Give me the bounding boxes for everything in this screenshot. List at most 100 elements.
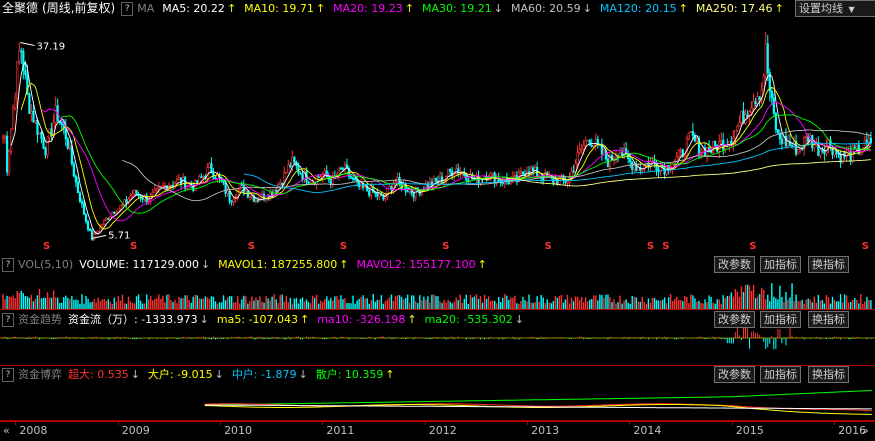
dividend-marker[interactable]: S (130, 241, 137, 252)
candle-body (465, 175, 468, 181)
candle-body (606, 158, 610, 167)
arrow-up-icon: ↑ (385, 368, 395, 381)
candle-body (756, 96, 759, 105)
game-header: ? 资金博弈 超大: 0.535 ↓ 大户: -9.015 ↓ 中户: -1.879 ↓ 散… (0, 366, 407, 383)
candle-body (586, 139, 589, 142)
dividend-marker[interactable]: S (862, 241, 869, 252)
arrow-up-icon: ↑ (339, 258, 349, 271)
arrow-down-icon: ↓ (582, 2, 592, 15)
candle-body (449, 168, 452, 172)
candle-body (797, 149, 800, 155)
candle-body (293, 156, 296, 163)
change-params-button[interactable]: 改参数 (714, 366, 755, 383)
ma60-line (122, 129, 872, 202)
candle-body (224, 182, 227, 194)
dividend-marker[interactable]: S (340, 241, 347, 252)
price-chart[interactable]: 37.195.71S S S S S S S S S S (0, 17, 875, 255)
x-tick-label: 2014 (633, 424, 662, 437)
candle-body (177, 177, 181, 180)
x-tick-label: 2012 (428, 424, 457, 437)
add-indicator-button[interactable]: 加指标 (760, 256, 801, 273)
dividend-marker[interactable]: S (647, 241, 654, 252)
candle-body (301, 173, 304, 181)
candle-body (18, 50, 21, 62)
change-params-button[interactable]: 改参数 (714, 256, 755, 273)
candle-body (582, 145, 585, 150)
candle-body (602, 150, 605, 155)
candle-body (129, 195, 132, 200)
candle-body (572, 170, 575, 173)
candle-body (691, 131, 695, 136)
candle-body (36, 119, 39, 135)
volume-chart[interactable] (0, 273, 875, 310)
set-ma-button[interactable]: 设置均线 ▼ (795, 0, 875, 17)
candle-body (440, 176, 444, 183)
candle-body (1, 136, 5, 139)
candle-body (244, 190, 247, 194)
candle-body (141, 197, 144, 200)
help-icon[interactable]: ? (2, 312, 14, 327)
candle-body (202, 176, 205, 178)
add-indicator-button[interactable]: 加指标 (760, 311, 801, 328)
switch-indicator-button[interactable]: 换指标 (808, 366, 849, 383)
switch-indicator-button[interactable]: 换指标 (808, 311, 849, 328)
arrow-down-icon: ↓ (214, 368, 224, 381)
candle-body (378, 193, 381, 197)
candle-body (663, 167, 666, 175)
candle-body (28, 93, 31, 114)
indicator-value: MA120: 20.15 (599, 2, 677, 15)
candle-body (821, 149, 824, 152)
dividend-marker[interactable]: S (662, 241, 669, 252)
candle-body (299, 172, 302, 175)
candle-body (3, 135, 7, 138)
candle-body (72, 163, 75, 177)
candle-body (88, 229, 92, 231)
indicator-value: 超大: 0.535 (68, 368, 129, 381)
flow-items: 资金流（万）: -1333.973 ↓ ma5: -107.043 ↑ ma10: -3… (68, 311, 532, 328)
x-tick-mark (731, 421, 733, 425)
dividend-marker[interactable]: S (545, 241, 552, 252)
dividend-marker[interactable]: S (442, 241, 449, 252)
indicator-value: ma5: -107.043 (216, 313, 299, 326)
help-icon[interactable]: ? (121, 1, 134, 16)
flow-chart[interactable] (0, 328, 875, 366)
candle-body (394, 181, 397, 184)
candle-body (412, 192, 415, 198)
candle-body (137, 194, 140, 197)
candle-body (226, 190, 229, 194)
candle-body (68, 145, 71, 149)
high-marker (20, 41, 35, 46)
dividend-marker[interactable]: S (749, 241, 756, 252)
add-indicator-button[interactable]: 加指标 (760, 366, 801, 383)
candle-body (121, 204, 124, 206)
dividend-marker[interactable]: S (248, 241, 255, 252)
candle-body (590, 144, 593, 148)
candle-body (754, 101, 757, 105)
x-tick-label: 2008 (19, 424, 48, 437)
candle-body (275, 190, 278, 192)
arrow-up-icon: ↑ (300, 313, 310, 326)
candle-body (364, 185, 367, 188)
indicator-value: 中户: -1.879 (231, 368, 297, 381)
x-tick-mark (424, 421, 426, 425)
change-params-button[interactable]: 改参数 (714, 311, 755, 328)
dividend-marker[interactable]: S (43, 241, 50, 252)
arrow-down-icon: ↓ (130, 368, 140, 381)
switch-indicator-button[interactable]: 换指标 (808, 256, 849, 273)
candle-body (780, 138, 784, 144)
candle-body (76, 181, 80, 194)
candle-body (629, 158, 632, 163)
help-icon[interactable]: ? (2, 257, 14, 272)
scroll-left-icon[interactable]: « (3, 424, 10, 437)
candle-body (566, 182, 569, 184)
candle-body (621, 152, 624, 156)
x-tick-label: 2015 (735, 424, 764, 437)
help-icon[interactable]: ? (2, 367, 14, 382)
candle-body (307, 181, 310, 184)
candle-body (242, 183, 245, 194)
candle-body (119, 205, 122, 210)
indicator-value: 散户: 10.359 (315, 368, 384, 381)
ma30-line (61, 114, 871, 214)
indicator-value: MAVOL2: 155177.100 (356, 258, 476, 271)
game-chart[interactable] (0, 383, 875, 421)
